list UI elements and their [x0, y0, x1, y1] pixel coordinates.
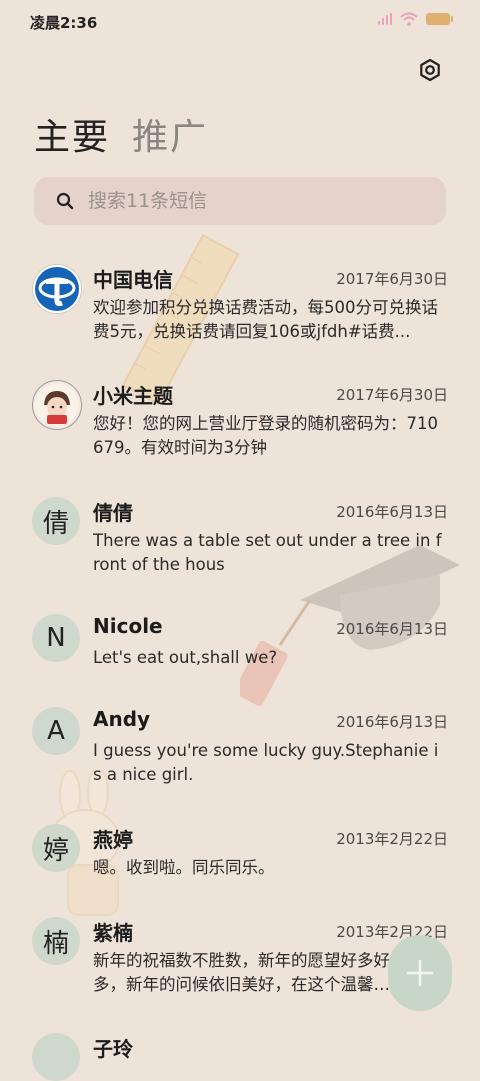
avatar	[32, 380, 82, 430]
tab-promotions[interactable]: 推广	[132, 108, 208, 160]
sender-name: 中国电信	[93, 268, 173, 292]
list-item[interactable]: 中国电信 2017年6月30日 欢迎参加积分兑换话费活动，每500分可兑换话费5…	[0, 264, 480, 364]
new-message-button[interactable]	[388, 935, 452, 1011]
message-date: 2013年2月22日	[336, 830, 448, 848]
message-preview: 嗯。收到啦。同乐同乐。	[93, 858, 275, 877]
list-item[interactable]: N Nicole 2016年6月13日 Let's eat out,shall …	[0, 614, 480, 694]
status-time: 凌晨2:36	[30, 14, 98, 32]
avatar	[32, 1033, 80, 1081]
search-icon	[56, 192, 74, 210]
message-date: 2016年6月13日	[336, 620, 448, 638]
battery-icon	[426, 13, 453, 25]
message-preview: Let's eat out,shall we?	[93, 648, 278, 667]
search-bar[interactable]	[34, 177, 446, 225]
sender-name: Nicole	[93, 614, 163, 638]
sender-name: 小米主题	[93, 384, 173, 408]
avatar: 楠	[32, 917, 80, 965]
list-item[interactable]: 婷 燕婷 2013年2月22日 嗯。收到啦。同乐同乐。	[0, 824, 480, 904]
tab-primary[interactable]: 主要	[34, 108, 110, 160]
message-date: 2016年6月13日	[336, 713, 448, 731]
avatar	[32, 264, 82, 314]
list-item[interactable]: 子玲	[0, 1033, 480, 1081]
message-date: 2017年6月30日	[336, 386, 448, 404]
avatar: 婷	[32, 824, 80, 872]
tab-bar: 主要 推广	[34, 108, 208, 160]
sender-name: 倩倩	[93, 501, 133, 525]
mi-theme-logo-icon	[36, 384, 78, 426]
message-preview: I guess you're some lucky guy.Stephanie …	[93, 741, 439, 784]
message-date: 2016年6月13日	[336, 503, 448, 521]
message-preview: 欢迎参加积分兑换话费活动，每500分可兑换话费5元，兑换话费请回复106或jfd…	[93, 298, 438, 341]
status-icons	[378, 12, 453, 26]
avatar: 倩	[32, 497, 80, 545]
message-preview: There was a table set out under a tree i…	[93, 531, 442, 574]
message-preview: 您好！您的网上营业厅登录的随机密码为：710679。有效时间为3分钟	[93, 414, 438, 457]
plus-icon	[406, 959, 434, 987]
message-preview: 新年的祝福数不胜数，新年的愿望好多好多，新年的问候依旧美好，在这个温馨的时刻	[93, 951, 390, 994]
list-item[interactable]: 倩 倩倩 2016年6月13日 There was a table set ou…	[0, 497, 480, 597]
sender-name: 子玲	[93, 1037, 133, 1061]
list-item[interactable]: A Andy 2016年6月13日 I guess you're some lu…	[0, 707, 480, 807]
signal-icon	[378, 13, 392, 25]
china-telecom-logo-icon	[35, 267, 79, 311]
sender-name: 紫楠	[93, 921, 133, 945]
sender-name: Andy	[93, 707, 151, 731]
avatar: A	[32, 707, 80, 755]
search-input[interactable]	[86, 189, 410, 213]
avatar: N	[32, 614, 80, 662]
status-bar: 凌晨2:36	[0, 0, 480, 44]
list-item[interactable]: 小米主题 2017年6月30日 您好！您的网上营业厅登录的随机密码为：71067…	[0, 380, 480, 480]
message-date: 2017年6月30日	[336, 270, 448, 288]
sender-name: 燕婷	[93, 828, 133, 852]
settings-icon	[420, 58, 440, 82]
settings-button[interactable]	[414, 54, 446, 86]
wifi-icon	[400, 12, 418, 26]
